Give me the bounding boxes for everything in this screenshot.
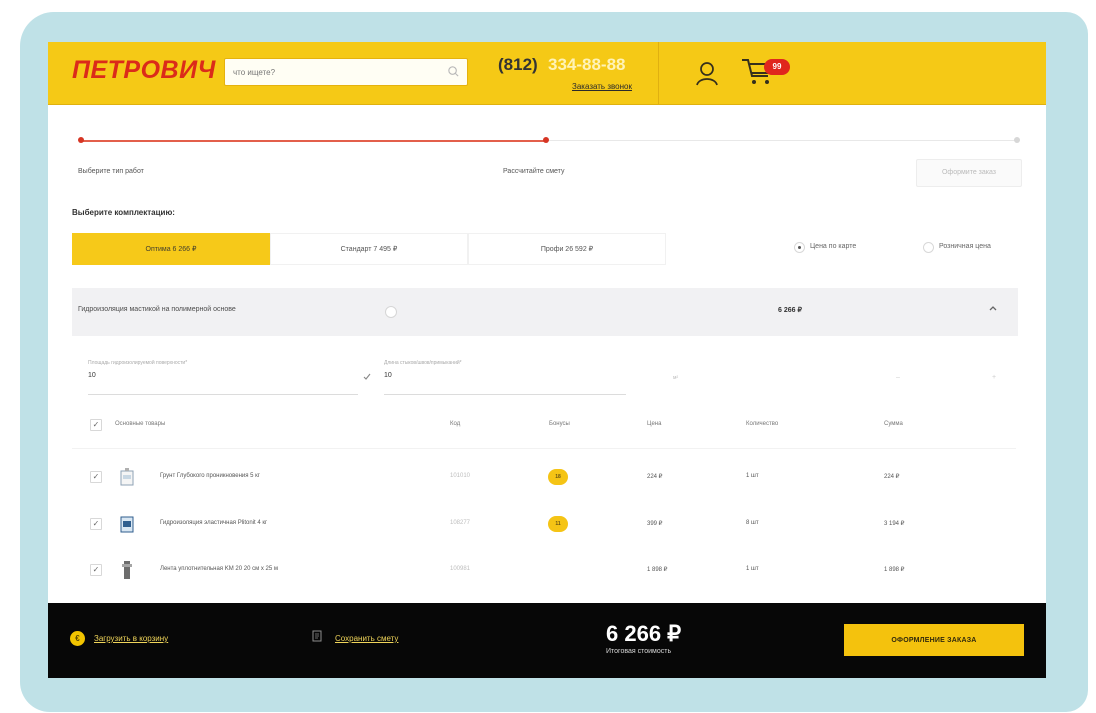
product-sum: 1 898 ₽ (884, 567, 905, 573)
header-main-products: Основные товары (115, 421, 166, 427)
step-dot-2 (543, 137, 549, 143)
configuration-title: Выберите комплектацию: (72, 208, 175, 217)
select-all-checkbox[interactable]: ✓ (90, 419, 102, 431)
retail-price-radio[interactable]: Розничная цена (923, 241, 1033, 255)
row-checkbox[interactable]: ✓ (90, 564, 102, 576)
user-icon[interactable] (694, 60, 720, 88)
product-quantity[interactable]: 1 шт (746, 473, 759, 479)
area-field[interactable]: Площадь гидроизолируемой поверхности* 10 (88, 360, 371, 395)
card-price-radio[interactable]: Цена по карте (794, 241, 894, 255)
place-order-step-button[interactable]: Оформите заказ (916, 159, 1022, 187)
seams-field-value[interactable]: 10 (384, 372, 392, 379)
product-name[interactable]: Лента уплотнительная KM 20 20 см х 25 м (160, 566, 278, 572)
tab-standard[interactable]: Стандарт 7 495 ₽ (270, 233, 468, 265)
product-quantity[interactable]: 8 шт (746, 520, 759, 526)
step-dot-3 (1014, 137, 1020, 143)
seams-field[interactable]: Длина стыков/швов/примыканий* 10 (384, 360, 626, 395)
tab-optima[interactable]: Оптима 6 266 ₽ (72, 233, 270, 265)
search-input[interactable] (231, 62, 431, 82)
area-field-value[interactable]: 10 (88, 372, 96, 379)
product-name[interactable]: Грунт Глубокого проникновения 5 кг (160, 473, 260, 479)
estimate-page: ПЕТРОВИЧ (812) 334-88-88 Заказать звонок (48, 42, 1046, 678)
total-price: 6 266 ₽ (606, 621, 682, 646)
product-sum: 224 ₽ (884, 474, 900, 480)
table-row: ✓ Лента уплотнительная KM 20 20 см х 25 … (72, 557, 1016, 585)
unit-label: м² (673, 375, 679, 381)
work-accordion[interactable]: Гидроизоляция мастикой на полимерной осн… (72, 288, 1018, 336)
search-box[interactable] (224, 58, 468, 86)
tab-profi[interactable]: Профи 26 592 ₽ (468, 233, 666, 265)
work-title: Гидроизоляция мастикой на полимерной осн… (78, 306, 236, 313)
table-divider (72, 448, 1016, 449)
site-header: ПЕТРОВИЧ (812) 334-88-88 Заказать звонок (48, 42, 1046, 105)
header-sum: Сумма (884, 421, 903, 427)
steps-progress (80, 140, 546, 142)
save-estimate-link[interactable]: Сохранить смету (335, 634, 398, 643)
search-icon[interactable] (447, 65, 460, 78)
product-price: 399 ₽ (647, 521, 663, 527)
total-caption: Итоговая стоимость (606, 648, 672, 655)
brand-logo[interactable]: ПЕТРОВИЧ (72, 56, 216, 85)
radio-selected-icon[interactable] (794, 242, 805, 253)
phone-code: (812) (498, 55, 538, 74)
bonus-badge: 11 (548, 516, 568, 532)
product-sum: 3 194 ₽ (884, 521, 905, 527)
decrement-placeholder: – (896, 374, 900, 381)
header-divider (658, 42, 659, 104)
product-price: 224 ₽ (647, 474, 663, 480)
retail-price-label: Розничная цена (939, 243, 991, 250)
row-checkbox[interactable]: ✓ (90, 518, 102, 530)
chevron-up-icon[interactable] (988, 303, 998, 313)
work-price: 6 266 ₽ (778, 307, 802, 314)
sealing-tape-icon (122, 561, 132, 579)
products-table-header: ✓ Основные товары Код Бонусы Цена Количе… (72, 419, 1016, 435)
table-row: ✓ Гидроизоляция эластичная Plitonit 4 кг… (72, 511, 1016, 539)
checkmark-icon (363, 373, 371, 380)
framed-screenshot: ПЕТРОВИЧ (812) 334-88-88 Заказать звонок (0, 0, 1096, 713)
row-checkbox[interactable]: ✓ (90, 471, 102, 483)
header-bonuses: Бонусы (549, 421, 570, 427)
product-name[interactable]: Гидроизоляция эластичная Plitonit 4 кг (160, 520, 267, 526)
phone-number[interactable]: 334-88-88 (548, 55, 626, 75)
card-price-label: Цена по карте (810, 243, 857, 250)
load-cart-link[interactable]: Загрузить в корзину (94, 634, 168, 643)
cart-count-badge: 99 (764, 59, 790, 75)
checkout-button[interactable]: ОФОРМЛЕНИЕ ЗАКАЗА (844, 624, 1024, 656)
step-label-2[interactable]: Рассчитайте смету (503, 168, 564, 175)
area-field-label: Площадь гидроизолируемой поверхности* (88, 360, 188, 366)
product-code: 101010 (450, 473, 471, 479)
header-quantity: Количество (746, 421, 779, 427)
cart-add-icon[interactable]: € (70, 631, 85, 646)
increment-placeholder: + (992, 374, 997, 381)
header-price: Цена (647, 421, 662, 427)
seams-field-label: Длина стыков/швов/примыканий* (384, 360, 462, 366)
document-icon (312, 630, 322, 642)
step-dot-1 (78, 137, 84, 143)
table-row: ✓ Грунт Глубокого проникновения 5 кг 101… (72, 464, 1016, 492)
product-code: 108277 (450, 520, 471, 526)
callback-link[interactable]: Заказать звонок (572, 82, 632, 91)
bonus-badge: 18 (548, 469, 568, 485)
primer-can-icon (120, 468, 134, 486)
product-quantity[interactable]: 1 шт (746, 566, 759, 572)
waterproofing-bucket-icon (120, 516, 134, 533)
step-label-1[interactable]: Выберите тип работ (78, 168, 144, 175)
header-code: Код (450, 421, 461, 427)
order-footer: € Загрузить в корзину Сохранить смету 6 … (48, 603, 1046, 678)
product-code: 100981 (450, 566, 471, 572)
radio-empty-icon[interactable] (923, 242, 934, 253)
info-icon[interactable] (385, 306, 397, 318)
product-price: 1 898 ₽ (647, 567, 668, 573)
